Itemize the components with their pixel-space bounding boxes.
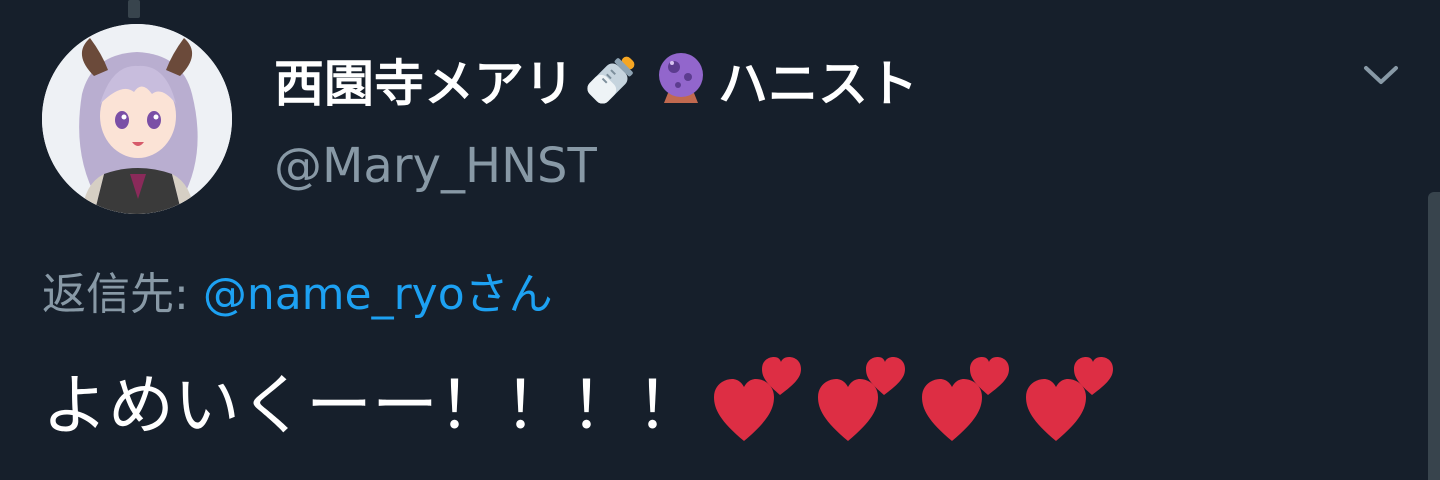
scrollbar[interactable] xyxy=(1428,192,1440,480)
reply-context: 返信先: @name_ryoさん xyxy=(42,258,553,322)
reply-label: 返信先: xyxy=(42,269,203,320)
two-hearts-icon xyxy=(818,355,910,445)
avatar[interactable] xyxy=(42,24,232,214)
baby-bottle-icon xyxy=(578,47,644,113)
tweet-text-content: よめいくーー！！！！ xyxy=(42,367,702,444)
user-handle[interactable]: @Mary_HNST xyxy=(274,138,597,194)
display-name-suffix: ハニスト xyxy=(718,55,918,113)
display-name[interactable]: 西園寺メアリ ハニスト xyxy=(274,44,918,116)
two-hearts-icon xyxy=(922,355,1014,445)
two-hearts-icon xyxy=(714,355,806,445)
avatar-illustration xyxy=(42,24,232,214)
hearts-group xyxy=(714,355,1118,445)
crystal-ball-icon xyxy=(648,47,714,113)
tweet-text: よめいくーー！！！！ xyxy=(42,350,1118,450)
two-hearts-icon xyxy=(1026,355,1118,445)
reply-to-link[interactable]: @name_ryoさん xyxy=(203,269,553,320)
chevron-down-icon[interactable] xyxy=(1358,56,1404,96)
display-name-text: 西園寺メアリ xyxy=(274,55,574,113)
thread-connector-line xyxy=(128,0,140,18)
